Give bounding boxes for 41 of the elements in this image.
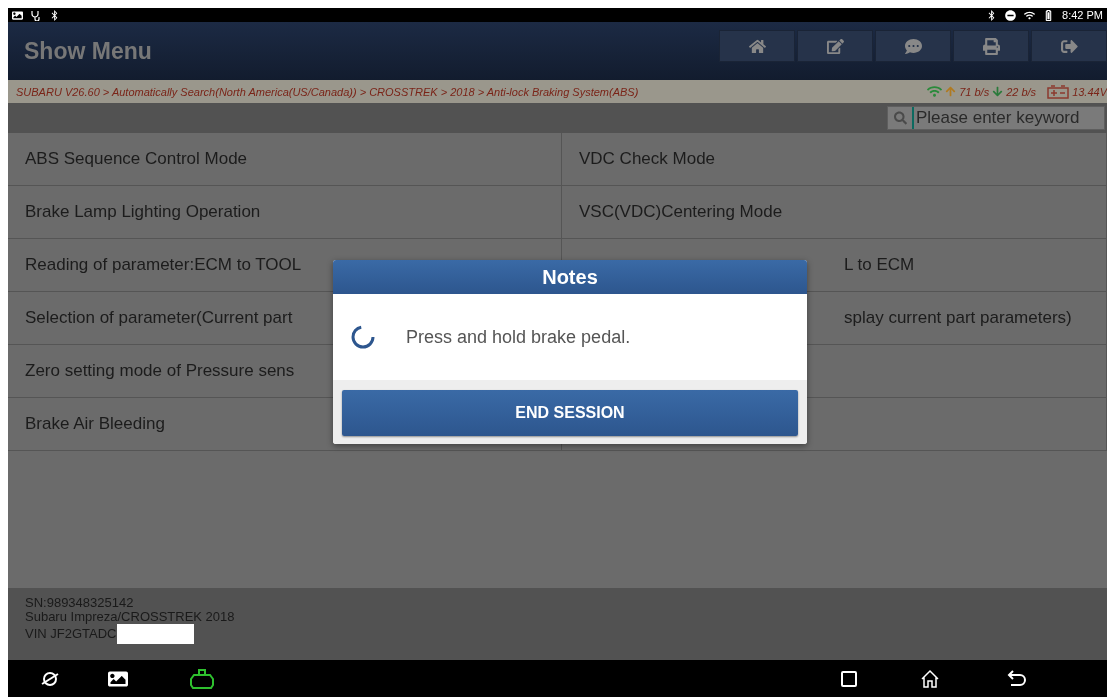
battery-voltage: 13.44V [1072,85,1107,98]
upload-arrow-icon [945,86,957,97]
menu-item[interactable]: VDC Check Mode [562,133,1107,186]
menu-item[interactable]: Brake Lamp Lighting Operation [8,186,562,239]
home-button[interactable] [719,30,795,62]
upload-speed: 71 b/s [959,85,990,98]
exit-button[interactable] [1031,30,1107,62]
chat-button[interactable] [875,30,951,62]
dialog-title: Notes [333,260,807,294]
breadcrumb-path: SUBARU V26.60 > Automatically Search(North America(US/Canada)) > CROSSTREK > 2018 > Anti-lock Braking System(ABS) [16,85,639,98]
vci-connector-icon[interactable] [190,668,214,689]
edit-icon [826,37,844,55]
recents-icon[interactable] [840,669,858,688]
menu-item[interactable]: ABS Sequence Control Mode [8,133,562,186]
home-icon [748,37,766,55]
stethoscope-icon [31,9,41,21]
wifi-icon [1024,9,1036,21]
device-info: SN:989348325142 [25,596,134,610]
car-battery-icon [1047,84,1070,99]
bluetooth-icon [49,9,60,21]
print-icon [982,37,1000,55]
do-not-disturb-icon [1005,9,1017,21]
search-icon [894,110,907,126]
download-arrow-icon [992,86,1004,97]
chat-icon [904,37,922,55]
exit-icon [1060,37,1078,55]
end-session-button[interactable]: END SESSION [342,390,798,436]
device-info: Subaru Impreza/CROSSTREK 2018 [25,610,235,624]
clock-time: 8:42 PM [1062,9,1103,21]
download-speed: 22 b/s [1006,85,1037,98]
device-info: VIN JF2GTADC [25,627,117,641]
home-icon[interactable] [920,668,940,689]
page-title: Show Menu [23,37,152,65]
image-icon [12,9,23,21]
search-field[interactable]: Please enter keyword [887,106,1105,130]
menu-item[interactable]: VSC(VDC)Centering Mode [562,186,1107,239]
loading-spinner-icon [350,324,376,350]
print-button[interactable] [953,30,1029,62]
back-icon[interactable] [1007,669,1027,688]
wifi-icon [927,84,943,99]
edit-button[interactable] [797,30,873,62]
